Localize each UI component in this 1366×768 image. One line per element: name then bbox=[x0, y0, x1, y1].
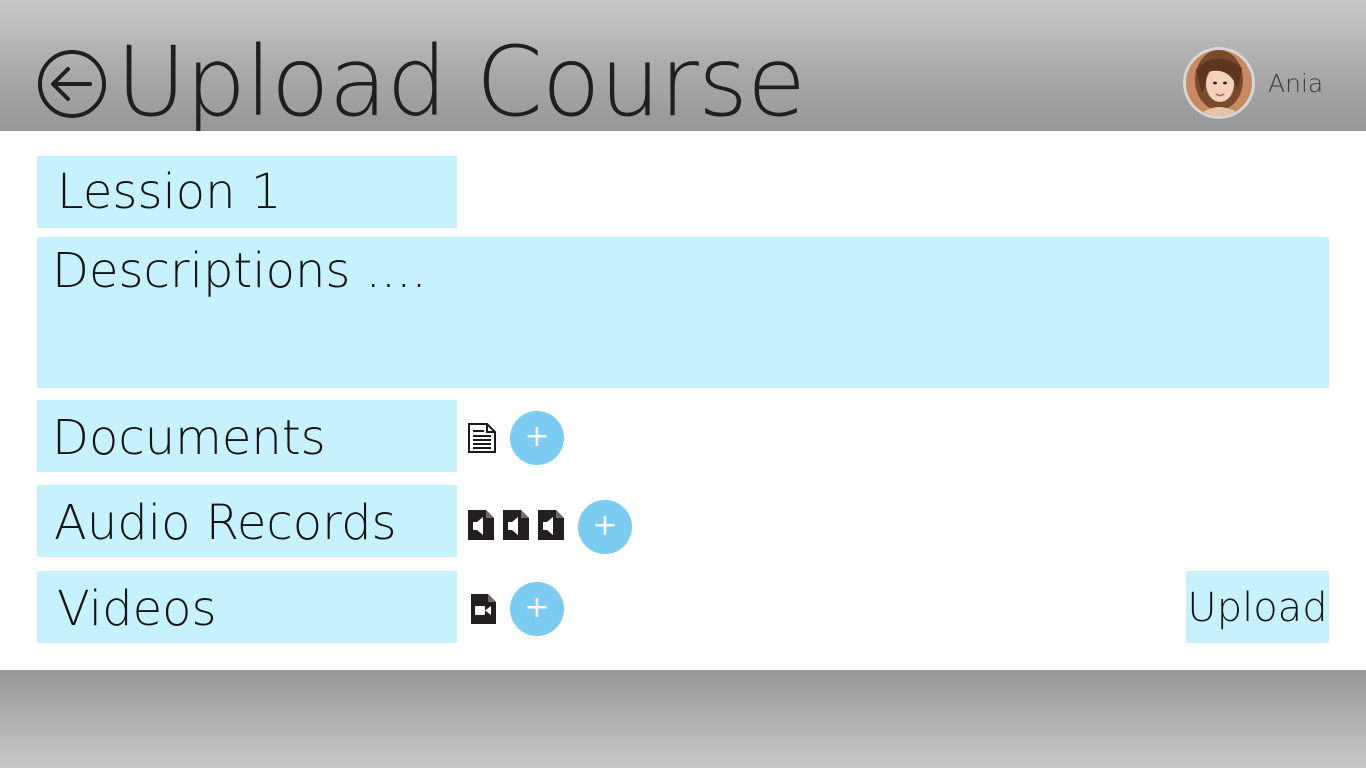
audio-file-icon[interactable] bbox=[468, 510, 494, 544]
header-bar: Upload Course Ania bbox=[0, 0, 1366, 138]
back-arrow-circle-icon bbox=[38, 50, 106, 118]
avatar[interactable] bbox=[1186, 50, 1252, 116]
page-title: Upload Course bbox=[116, 26, 806, 138]
add-document-button[interactable]: + bbox=[510, 411, 564, 465]
videos-label: Videos bbox=[37, 571, 457, 643]
upload-button[interactable]: Upload bbox=[1186, 571, 1329, 643]
documents-label: Documents bbox=[37, 400, 457, 472]
audio-file-icon[interactable] bbox=[538, 510, 564, 544]
add-video-button[interactable]: + bbox=[510, 582, 564, 636]
footer-bar bbox=[0, 670, 1366, 768]
username: Ania bbox=[1268, 69, 1324, 98]
audio-records-label: Audio Records bbox=[37, 485, 457, 557]
description-input[interactable]: Descriptions .... bbox=[37, 237, 1329, 388]
back-button[interactable] bbox=[36, 49, 108, 121]
audio-file-icon[interactable] bbox=[503, 510, 529, 544]
add-audio-button[interactable]: + bbox=[578, 500, 632, 554]
lesson-title-input[interactable]: Lession 1 bbox=[37, 156, 457, 228]
user-avatar-icon bbox=[1186, 50, 1252, 116]
document-icon[interactable] bbox=[468, 423, 496, 457]
video-file-icon[interactable] bbox=[471, 594, 496, 628]
